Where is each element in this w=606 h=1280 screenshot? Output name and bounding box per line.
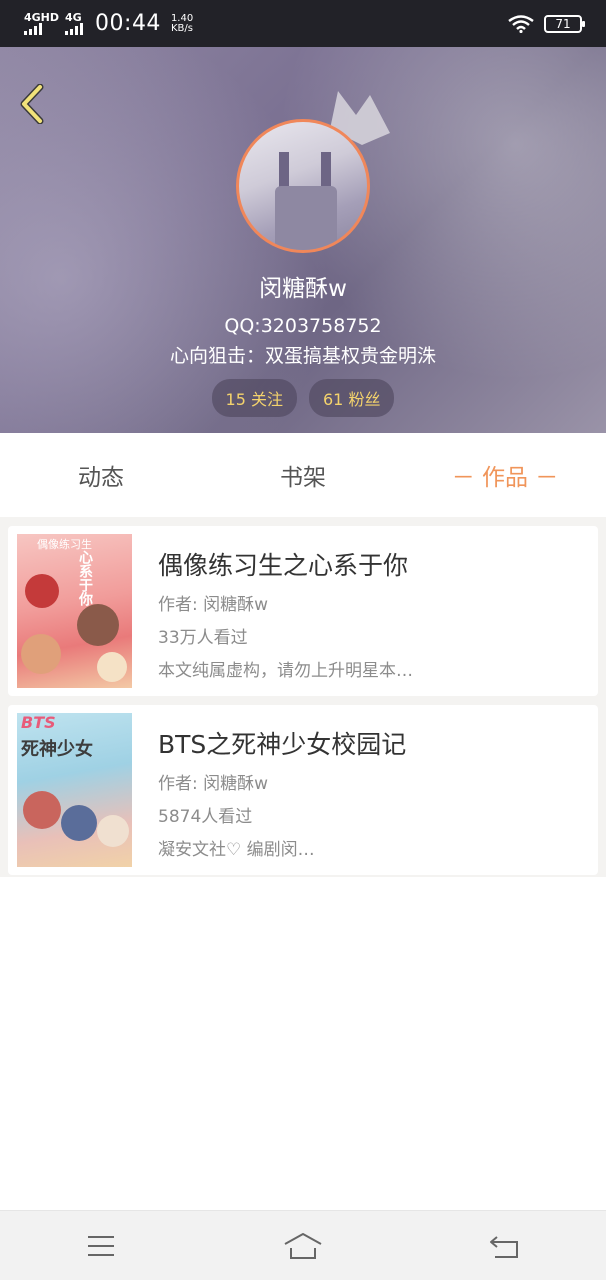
cover-subtitle: 死神少女 bbox=[21, 739, 93, 760]
profile-qq: QQ:3203758752 bbox=[224, 315, 382, 337]
speed-unit: KB/s bbox=[170, 22, 193, 34]
avatar[interactable] bbox=[236, 119, 370, 253]
tab-activity[interactable]: 动态 bbox=[0, 458, 202, 492]
cover-figure bbox=[25, 574, 59, 608]
book-author: 作者: 闵糖酥w bbox=[158, 595, 269, 615]
signal-label-1: 4GHD bbox=[24, 11, 60, 24]
book-info: 偶像练习生之心系于你 作者: 闵糖酥w 33万人看过 本文纯属虚构，请勿上升明星… bbox=[158, 534, 413, 689]
following-count[interactable]: 15 关注 bbox=[211, 379, 297, 417]
tab-works[interactable]: － 作品 － bbox=[404, 458, 606, 492]
book-description: 凝安文社♡ 编剧闵… bbox=[158, 840, 315, 860]
cover-figure bbox=[97, 652, 127, 682]
book-cover[interactable]: 偶像练习生 心系于你 bbox=[17, 534, 132, 688]
network-speed: 1.40 KB/s bbox=[170, 12, 194, 34]
status-right: 71 bbox=[508, 14, 585, 33]
profile-header: 闵糖酥w QQ:3203758752 心向狙击：双蛋搞基权贵金明洙 15 关注 … bbox=[0, 47, 606, 433]
avatar-figure bbox=[275, 186, 337, 250]
book-card[interactable]: BTS 死神少女 BTS之死神少女校园记 作者: 闵糖酥w 5874人看过 凝安… bbox=[8, 705, 598, 875]
works-list: 偶像练习生 心系于你 偶像练习生之心系于你 作者: 闵糖酥w 33万人看过 本文… bbox=[0, 517, 606, 877]
book-title[interactable]: BTS之死神少女校园记 bbox=[158, 725, 406, 761]
book-views: 5874人看过 bbox=[158, 807, 253, 827]
signal-label-2: 4G bbox=[65, 11, 82, 24]
signal-indicator-2: 4G bbox=[65, 11, 84, 35]
status-left: 4GHD 4G 00:44 1.40 KB/s bbox=[24, 11, 193, 36]
home-button[interactable] bbox=[273, 1221, 333, 1271]
tab-bookshelf[interactable]: 书架 bbox=[202, 458, 404, 492]
home-icon bbox=[284, 1232, 322, 1259]
profile-stats: 15 关注 61 粉丝 bbox=[0, 379, 606, 417]
return-button[interactable] bbox=[475, 1221, 535, 1271]
system-nav-bar bbox=[0, 1210, 606, 1280]
signal-indicator-1: 4GHD bbox=[24, 12, 59, 35]
book-card[interactable]: 偶像练习生 心系于你 偶像练习生之心系于你 作者: 闵糖酥w 33万人看过 本文… bbox=[8, 526, 598, 696]
speed-value: 1.40 bbox=[170, 12, 194, 24]
battery-icon: 71 bbox=[544, 14, 585, 33]
cover-figure bbox=[77, 604, 119, 646]
menu-icon bbox=[88, 1235, 114, 1256]
book-cover[interactable]: BTS 死神少女 bbox=[17, 713, 132, 867]
profile-name: 闵糖酥w bbox=[259, 276, 347, 302]
return-icon bbox=[490, 1235, 518, 1258]
book-author: 作者: 闵糖酥w bbox=[158, 774, 269, 794]
book-description: 本文纯属虚构，请勿上升明星本… bbox=[158, 661, 413, 681]
back-button[interactable] bbox=[14, 81, 50, 127]
cover-title: BTS bbox=[21, 713, 56, 732]
signal-bars-icon bbox=[65, 23, 84, 35]
followers-count[interactable]: 61 粉丝 bbox=[309, 379, 395, 417]
book-title[interactable]: 偶像练习生之心系于你 bbox=[158, 546, 413, 582]
chevron-left-icon bbox=[20, 84, 44, 124]
profile-bio: 心向狙击：双蛋搞基权贵金明洙 bbox=[169, 345, 436, 367]
book-views: 33万人看过 bbox=[158, 628, 248, 648]
cover-figure bbox=[61, 805, 97, 841]
book-info: BTS之死神少女校园记 作者: 闵糖酥w 5874人看过 凝安文社♡ 编剧闵… bbox=[158, 713, 406, 868]
clock: 00:44 bbox=[95, 11, 161, 36]
status-bar: 4GHD 4G 00:44 1.40 KB/s 71 bbox=[0, 0, 606, 47]
wifi-icon bbox=[508, 14, 534, 33]
menu-button[interactable] bbox=[71, 1221, 131, 1271]
cover-figure bbox=[21, 634, 61, 674]
cover-figure bbox=[97, 815, 129, 847]
profile-tabs: 动态 书架 － 作品 － bbox=[0, 433, 606, 517]
cover-figure bbox=[23, 791, 61, 829]
cover-subtitle: 心系于你 bbox=[77, 550, 93, 606]
signal-bars-icon bbox=[24, 23, 42, 35]
battery-level: 71 bbox=[555, 16, 571, 31]
